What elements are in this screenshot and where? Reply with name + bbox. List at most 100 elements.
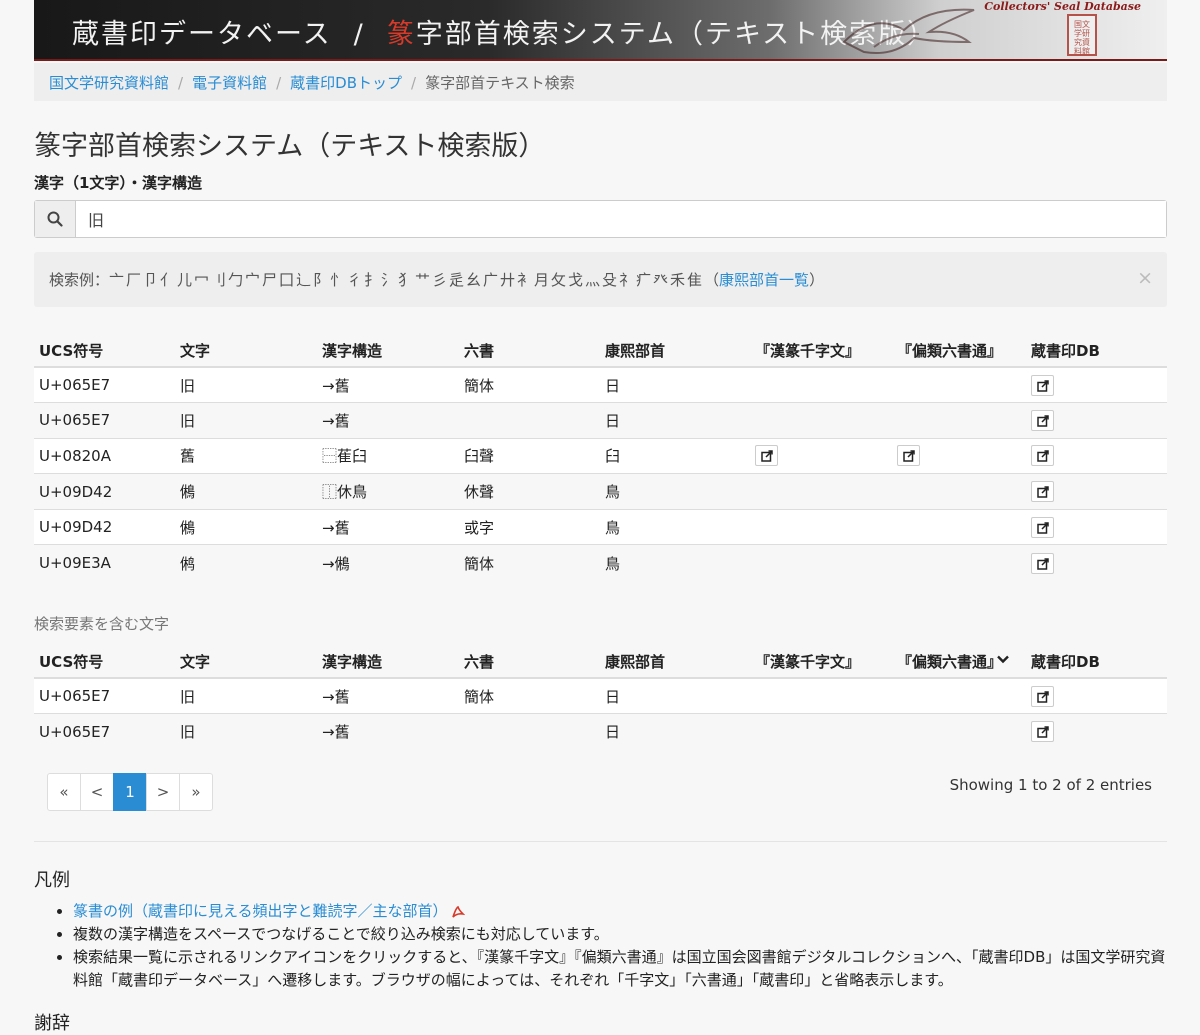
results-row: U+065E7 旧 →舊 簡体日 xyxy=(34,366,1167,403)
sub-results-row: U+065E7 旧 →舊 日 xyxy=(34,713,1167,750)
cell-char: 旧 xyxy=(175,366,317,403)
pagination-page-1-button[interactable]: 1 xyxy=(113,773,147,811)
column-header-ucs[interactable]: UCS符号 xyxy=(34,330,175,368)
external-link-icon xyxy=(1037,521,1049,534)
seal-db-link-button[interactable] xyxy=(1031,374,1054,396)
search-icon[interactable] xyxy=(35,201,76,237)
search-input[interactable] xyxy=(76,201,1166,237)
breadcrumb-separator: / xyxy=(276,74,282,92)
cell-liushutong xyxy=(892,508,1026,545)
column-header-char[interactable]: 文字 xyxy=(175,330,317,368)
close-icon[interactable]: × xyxy=(1137,267,1153,289)
cell-char: 鵂 xyxy=(175,473,317,510)
column-header-qianziwen[interactable]: 『漢篆千字文』 xyxy=(750,330,892,368)
seal-db-link-button[interactable] xyxy=(1031,409,1054,431)
sub-results-header-row: UCS符号 文字 漢字構造 六書 康熙部首 『漢篆千字文』 『偏類六書通』 蔵書… xyxy=(34,641,1167,679)
cell-liushutong xyxy=(892,677,1026,714)
column-header-seal-db[interactable]: 蔵書印DB xyxy=(1026,641,1167,679)
legend-item: 検索結果一覧に示されるリンクアイコンをクリックすると、『漢篆千字文』『偏類六書通… xyxy=(73,946,1167,992)
kangxi-radical-list-link[interactable]: 康熙部首一覧 xyxy=(719,271,809,289)
seal-db-link-button[interactable] xyxy=(1031,721,1054,743)
cell-radical: 鳥 xyxy=(600,544,750,581)
seal-db-link-button[interactable] xyxy=(1031,445,1054,467)
cell-seal-db xyxy=(1026,713,1167,750)
examples-prefix: 検索例： xyxy=(49,271,110,289)
breadcrumb-link-seal-db-top[interactable]: 蔵書印DBトップ xyxy=(290,74,402,92)
column-header-liushu[interactable]: 六書 xyxy=(459,330,600,368)
cell-radical: 日 xyxy=(600,402,750,439)
column-header-liushu[interactable]: 六書 xyxy=(459,641,600,679)
liushutong-link-button[interactable] xyxy=(897,445,920,467)
legend-list: 篆書の例（蔵書印に見える頻出字と難読字／主な部首） 複数の漢字構造をスペースでつ… xyxy=(34,900,1167,992)
pagination-prev-button[interactable]: < xyxy=(80,773,114,811)
cell-ucs: U+09E3A xyxy=(34,544,175,581)
chevron-down-icon[interactable] xyxy=(997,655,1009,664)
cell-liushutong xyxy=(892,366,1026,403)
column-header-ucs[interactable]: UCS符号 xyxy=(34,641,175,679)
external-link-icon xyxy=(1037,379,1049,392)
search-examples-box: 検索例：亠厂卩亻儿冖刂勹宀尸囗辶阝忄彳扌氵犭艹彡辵幺广廾衤月攵戈灬殳礻疒癶禾隹（… xyxy=(34,252,1167,307)
external-link-icon xyxy=(1037,450,1049,463)
results-row: U+09D42 鵂⿰休鳥 休聲鳥 xyxy=(34,473,1167,510)
divider xyxy=(34,841,1167,842)
cell-ucs: U+0820A xyxy=(34,437,175,474)
pagination-first-button[interactable]: « xyxy=(47,773,81,811)
cell-char: 鵂 xyxy=(175,508,317,545)
breadcrumb-link-digital-archive[interactable]: 電子資料館 xyxy=(192,74,267,92)
cell-radical: 鳥 xyxy=(600,508,750,545)
pagination: « < 1 > » xyxy=(47,773,213,811)
cell-qianziwen xyxy=(750,473,892,510)
seal-db-link-button[interactable] xyxy=(1031,552,1054,574)
external-link-icon xyxy=(1037,557,1049,570)
cell-liushu xyxy=(459,713,600,750)
column-header-liushutong[interactable]: 『偏類六書通』 xyxy=(892,330,1026,368)
cell-char: 旧 xyxy=(175,402,317,439)
seal-script-examples-link[interactable]: 篆書の例（蔵書印に見える頻出字と難読字／主な部首） xyxy=(73,902,448,920)
cell-radical: 日 xyxy=(600,366,750,403)
cell-seal-db xyxy=(1026,544,1167,581)
qianziwen-link-button[interactable] xyxy=(755,445,778,467)
cell-structure: →鵂 xyxy=(317,544,459,581)
cell-liushu: 臼聲 xyxy=(459,437,600,474)
seal-db-link-button[interactable] xyxy=(1031,516,1054,538)
pagination-last-button[interactable]: » xyxy=(179,773,213,811)
column-header-liushutong[interactable]: 『偏類六書通』 xyxy=(892,641,1026,679)
seal-logo: 国文 学研 究資 料館 xyxy=(1067,14,1097,56)
column-header-structure[interactable]: 漢字構造 xyxy=(317,330,459,368)
column-header-radical[interactable]: 康熙部首 xyxy=(600,330,750,368)
pagination-next-button[interactable]: > xyxy=(146,773,180,811)
cell-qianziwen xyxy=(750,677,892,714)
cell-liushu: 簡体 xyxy=(459,366,600,403)
seal-db-link-button[interactable] xyxy=(1031,481,1054,503)
cell-char: 旧 xyxy=(175,713,317,750)
column-header-liushutong-label: 『偏類六書通』 xyxy=(897,652,1003,671)
examples-chars: 亠厂卩亻儿冖刂勹宀尸囗辶阝忄彳扌氵犭艹彡辵幺广廾衤月攵戈灬殳礻疒癶禾隹 xyxy=(109,271,705,289)
examples-paren-close: ） xyxy=(809,271,825,289)
sub-results-table: UCS符号 文字 漢字構造 六書 康熙部首 『漢篆千字文』 『偏類六書通』 蔵書… xyxy=(34,641,1167,750)
cell-qianziwen xyxy=(750,437,892,474)
cell-ucs: U+065E7 xyxy=(34,713,175,750)
cell-liushu: 簡体 xyxy=(459,677,600,714)
seal-db-link-button[interactable] xyxy=(1031,685,1054,707)
cell-seal-db xyxy=(1026,402,1167,439)
column-header-structure[interactable]: 漢字構造 xyxy=(317,641,459,679)
external-link-icon xyxy=(1037,415,1049,427)
legend-item: 複数の漢字構造をスペースでつなげることで絞り込み検索にも対応しています。 xyxy=(73,923,1167,946)
column-header-seal-db[interactable]: 蔵書印DB xyxy=(1026,330,1167,368)
column-header-radical[interactable]: 康熙部首 xyxy=(600,641,750,679)
pdf-icon xyxy=(451,905,465,918)
cell-liushu: 休聲 xyxy=(459,473,600,510)
results-row: U+09D42 鵂 →舊 或字鳥 xyxy=(34,508,1167,545)
breadcrumb-link-nijl[interactable]: 国文学研究資料館 xyxy=(49,74,169,92)
site-banner: 蔵書印データベース / 篆字部首検索システム（テキスト検索版） Collectors… xyxy=(34,0,1167,61)
cell-radical: 日 xyxy=(600,677,750,714)
phoenix-decoration-icon xyxy=(842,8,975,54)
cell-liushu xyxy=(459,402,600,439)
entries-info: Showing 1 to 2 of 2 entries xyxy=(949,776,1152,794)
search-field-label: 漢字（1文字）・漢字構造 xyxy=(34,174,202,192)
column-header-qianziwen[interactable]: 『漢篆千字文』 xyxy=(750,641,892,679)
cell-seal-db xyxy=(1026,437,1167,474)
legend-title: 凡例 xyxy=(34,870,70,891)
cell-liushu: 或字 xyxy=(459,508,600,545)
column-header-char[interactable]: 文字 xyxy=(175,641,317,679)
